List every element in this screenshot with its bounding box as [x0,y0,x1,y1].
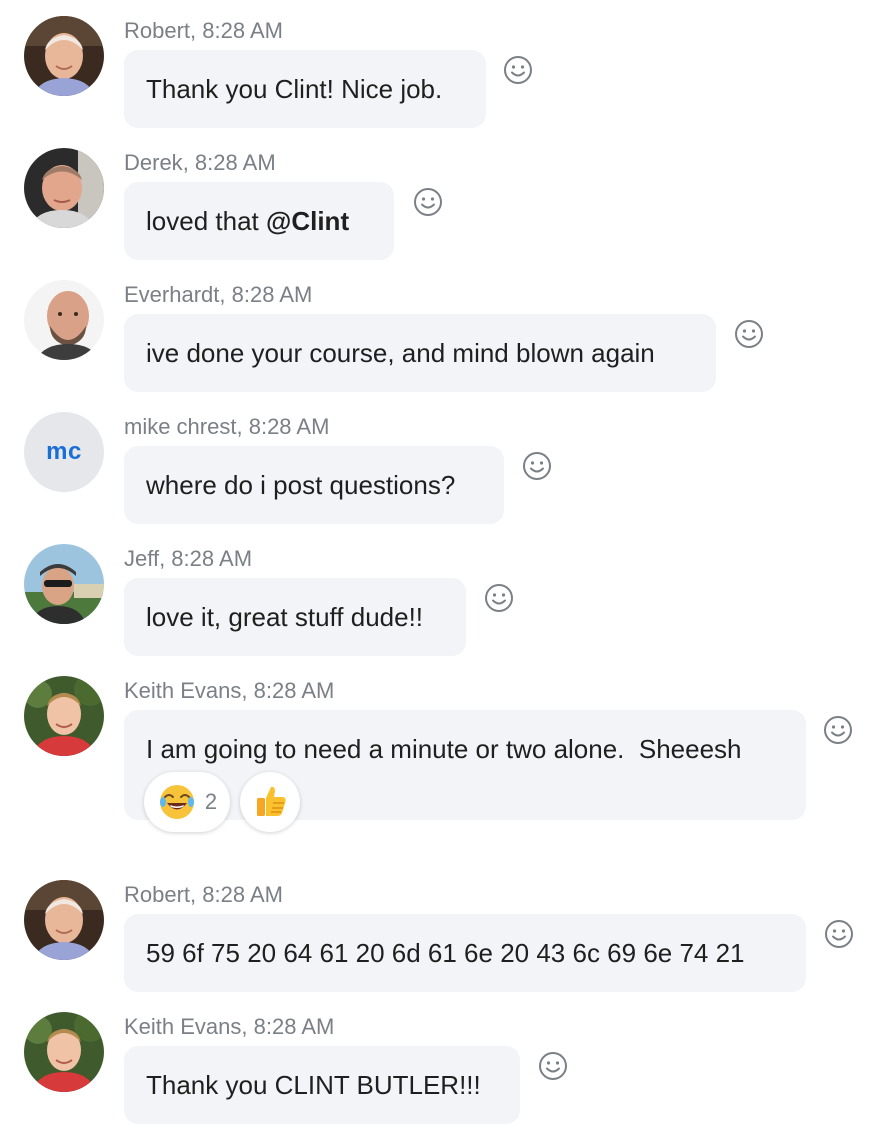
message-text: Thank you CLINT BUTLER!!! [146,1069,481,1100]
avatar-robert[interactable] [24,16,104,96]
reaction-thumbs-up[interactable] [240,772,300,832]
timestamp: 8:28 AM [253,1014,335,1039]
chat-message: Everhardt, 8:28 AM ive done your course,… [0,264,892,396]
avatar-robert-image [24,880,104,960]
reaction-bar: 2 [144,772,300,832]
avatar-everhardt-image [24,280,104,360]
author-name: Everhardt [124,282,220,307]
add-reaction-smiley-icon[interactable] [734,319,764,349]
user-mention[interactable]: @Clint [266,206,349,237]
timestamp: 8:28 AM [253,678,335,703]
author-name: Keith Evans [124,678,242,703]
message-meta: Keith Evans, 8:28 AM [124,678,335,703]
message-meta: Jeff, 8:28 AM [124,546,253,571]
author-name: Keith Evans [124,1014,242,1039]
message-meta: Robert, 8:28 AM [124,882,283,907]
avatar-mike-chrest[interactable]: mc [24,412,104,492]
message-meta: Robert, 8:28 AM [124,18,283,43]
author-name: Robert [124,18,191,43]
chat-message: Derek, 8:28 AM loved that @Clint [0,132,892,264]
chat-message: Robert, 8:28 AM 59 6f 75 20 64 61 20 6d … [0,864,892,996]
add-reaction-smiley-icon[interactable] [484,583,514,613]
timestamp: 8:28 AM [202,18,283,43]
timestamp: 8:28 AM [194,150,276,175]
message-bubble: love it, great stuff dude!! [124,578,466,656]
avatar-jeff-image [24,544,104,624]
avatar-robert[interactable] [24,880,104,960]
message-bubble: loved that @Clint [124,182,394,260]
add-reaction-smiley-icon[interactable] [522,451,552,481]
message-text: loved that [146,205,266,236]
message-text: 59 6f 75 20 64 61 20 6d 61 6e 20 43 6c 6… [146,937,745,968]
avatar-everhardt[interactable] [24,280,104,360]
reaction-count: 2 [204,789,218,814]
reaction-joy[interactable]: 2 [144,772,230,832]
chat-message: Keith Evans, 8:28 AM Thank you CLINT BUT… [0,996,892,1126]
avatar-robert-image [24,16,104,96]
author-name: Robert [124,882,191,907]
add-reaction-smiley-icon[interactable] [824,919,854,949]
add-reaction-smiley-icon[interactable] [413,187,443,217]
add-reaction-smiley-icon[interactable] [538,1051,568,1081]
author-name: Jeff [124,546,160,571]
message-meta: Derek, 8:28 AM [124,150,276,175]
joy-emoji-icon [159,785,194,819]
message-meta: Keith Evans, 8:28 AM [124,1014,335,1039]
message-text: love it, great stuff dude!! [146,601,424,632]
avatar-keith-evans-image [24,1012,104,1092]
message-text: ive done your course, and mind blown aga… [146,337,655,368]
add-reaction-smiley-icon[interactable] [503,55,533,85]
chat-message: Jeff, 8:28 AM love it, great stuff dude!… [0,528,892,660]
avatar-initials: mc [46,438,82,465]
timestamp: 8:28 AM [231,282,313,307]
message-text: where do i post questions? [146,469,456,500]
avatar-derek-image [24,148,104,228]
chat-message: Keith Evans, 8:28 AM I am going to need … [0,660,892,864]
chat-message: mc mike chrest, 8:28 AM where do i post … [0,396,892,528]
message-bubble: 59 6f 75 20 64 61 20 6d 61 6e 20 43 6c 6… [124,914,806,992]
message-bubble: Thank you CLINT BUTLER!!! [124,1046,520,1124]
message-text: Thank you Clint! Nice job. [146,73,443,104]
timestamp: 8:28 AM [248,414,330,439]
timestamp: 8:28 AM [202,882,283,907]
message-meta: mike chrest, 8:28 AM [124,414,330,439]
avatar-derek[interactable] [24,148,104,228]
timestamp: 8:28 AM [171,546,253,571]
avatar-keith-evans-image [24,676,104,756]
add-reaction-smiley-icon[interactable] [823,715,853,745]
message-meta: Everhardt, 8:28 AM [124,282,313,307]
thumbs-up-emoji-icon [257,786,286,816]
message-bubble: where do i post questions? [124,446,504,524]
avatar-keith-evans[interactable] [24,676,104,756]
message-text: I am going to need a minute or two alone… [146,734,742,764]
message-bubble: ive done your course, and mind blown aga… [124,314,716,392]
avatar-keith-evans[interactable] [24,1012,104,1092]
author-name: mike chrest [124,414,237,439]
avatar-jeff[interactable] [24,544,104,624]
chat-message: Robert, 8:28 AM Thank you Clint! Nice jo… [0,0,892,132]
message-bubble: Thank you Clint! Nice job. [124,50,486,128]
author-name: Derek [124,150,183,175]
